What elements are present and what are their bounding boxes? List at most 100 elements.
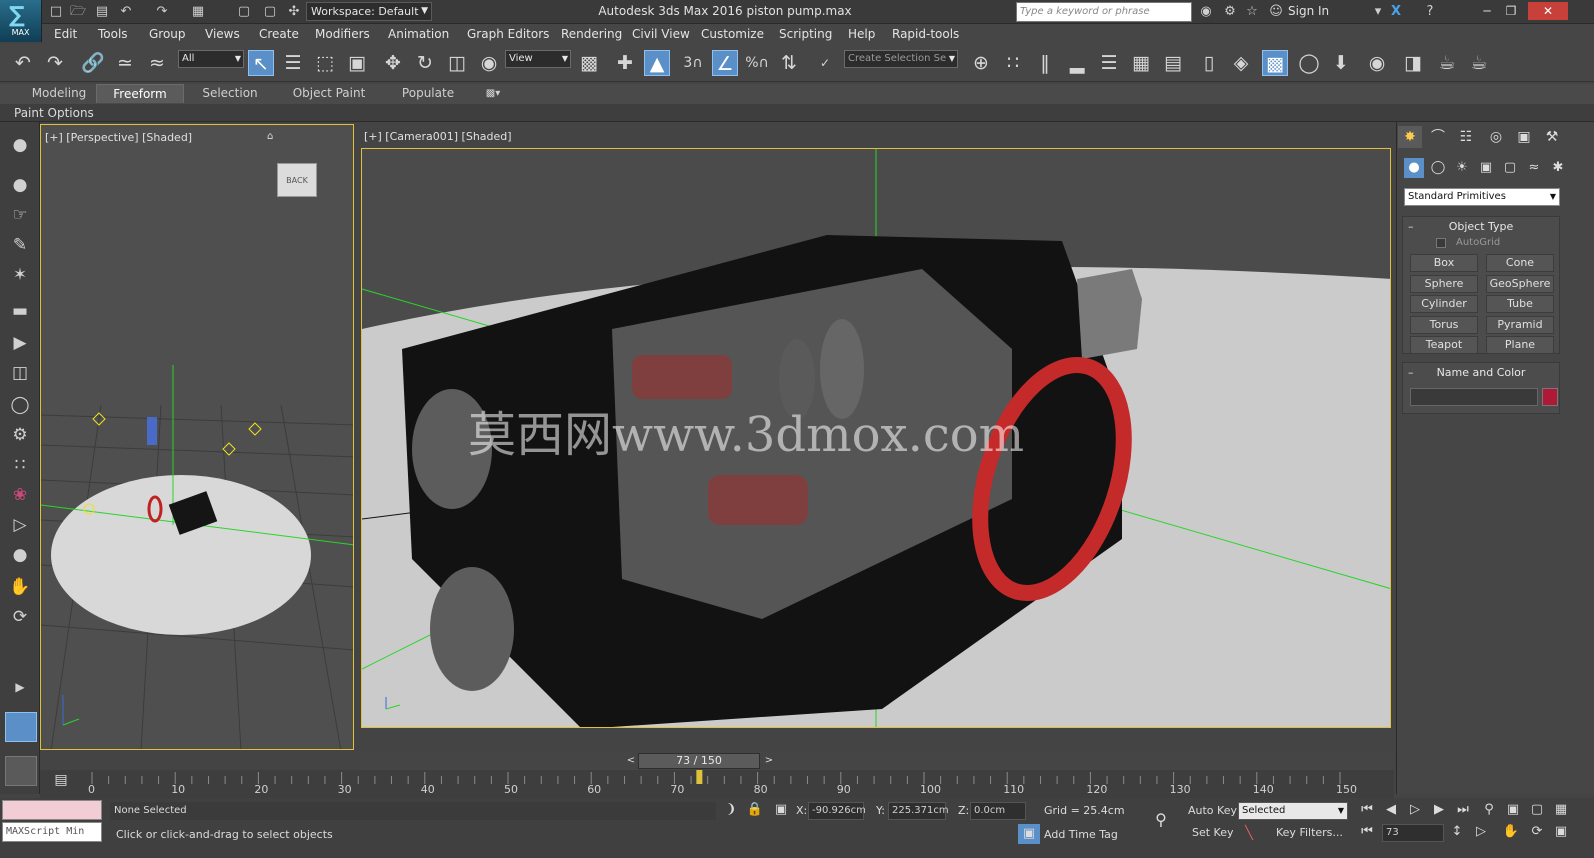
hierarchy-tool-icon[interactable]: ▶ [7,330,33,356]
space-warps-icon[interactable]: ≈ [1524,158,1544,178]
select-manipulate-icon[interactable]: ✚ [612,50,638,76]
tab-modeling[interactable]: Modeling [16,84,102,103]
motion-tool-icon[interactable]: ◫ [7,360,33,386]
schematic-view-icon[interactable]: ▯ [1196,50,1222,76]
ribbon-toggle-icon[interactable]: ▩▾ [478,84,508,103]
object-color-swatch[interactable] [1542,388,1558,406]
plane-button[interactable]: Plane [1486,336,1554,354]
next-frame-icon[interactable]: ▶ [1428,800,1450,820]
pivot-center-icon[interactable]: ▩ [576,50,602,76]
pan-view-icon[interactable]: ✋ [1500,822,1522,842]
new-file-icon[interactable]: □ [48,4,64,20]
array-icon[interactable]: ∷ [1000,50,1026,76]
home-icon[interactable]: ⌂ [267,131,279,143]
geosphere-button[interactable]: GeoSphere [1486,275,1554,293]
selection-filter-dropdown[interactable]: All ▼ [178,50,244,68]
lock-selection-icon[interactable]: 🔒 [744,800,766,820]
redo-icon[interactable]: ↷ [154,4,170,20]
go-to-start-icon[interactable]: ⏮ [1356,800,1378,820]
maxscript-listener-input[interactable] [2,800,102,820]
x-coord-input[interactable]: -90.926cm [808,802,866,820]
create-panel-tab[interactable]: ✸ [1398,126,1422,148]
percent-snap-icon[interactable]: %∩ [744,50,770,76]
teapot-button[interactable]: Teapot [1410,336,1478,354]
render-activeshade-icon[interactable]: ◨ [1400,50,1426,76]
auto-key-button[interactable]: Auto Key [1188,804,1237,817]
viewcube[interactable]: BACK [277,163,317,197]
save-file-icon[interactable]: ▤ [94,4,110,20]
modifier-stack-icon[interactable]: ▬ [7,298,33,324]
menu-modifiers[interactable]: Modifiers [315,27,370,41]
camera-viewport-label[interactable]: [+] [Camera001] [Shaded] [364,130,512,143]
cone-button[interactable]: Cone [1486,254,1554,272]
axis-tripod-icon[interactable]: ⟳ [7,604,33,630]
pyramid-button[interactable]: Pyramid [1486,316,1554,334]
display-panel-tab[interactable]: ▣ [1512,126,1536,148]
align-icon[interactable]: ▂ [1064,50,1090,76]
help-icon[interactable]: ? [1422,4,1438,20]
unlink-icon[interactable]: ≃ [112,50,138,76]
mirror-icon[interactable]: ⊕ [968,50,994,76]
placement-icon[interactable]: ◉ [476,50,502,76]
isolate-selection-icon[interactable]: ❩ [720,800,742,820]
geometry-icon[interactable]: ● [1404,158,1424,178]
bind-space-warp-icon[interactable]: ≈ [144,50,170,76]
orbit-icon[interactable]: ◯ [7,392,33,418]
tab-populate[interactable]: Populate [388,84,468,103]
perspective-viewport[interactable]: [+] [Perspective] [Shaded] BACK ⌂ [40,124,354,750]
angle-snap-icon[interactable]: ∠ [712,50,738,76]
material-editor-icon[interactable]: ◈ [1228,50,1254,76]
teapot-render-icon[interactable]: ☕ [1466,50,1492,76]
camera-viewport[interactable]: [+] [Camera001] [Shaded] 莫西网www.3dmox.co… [358,124,1394,752]
menu-create[interactable]: Create [259,27,299,41]
y-coord-input[interactable]: 225.371cm [888,802,949,820]
mini-curve-editor-icon[interactable]: ▤ [50,772,72,794]
set-key-button[interactable]: Set Key [1192,826,1234,839]
open-file-icon[interactable]: 🗁 [70,4,86,20]
render-setup-icon[interactable]: ▩ [1262,50,1288,76]
search-input[interactable]: Type a keyword or phrase [1016,2,1192,22]
play-icon[interactable]: ▷ [1404,800,1426,820]
zoom-icon[interactable]: ⚲ [1478,800,1500,820]
brush-icon[interactable]: ✎ [7,232,33,258]
sparkle-icon[interactable]: ✶ [7,262,33,288]
field-of-view-icon[interactable]: ▷ [1470,822,1492,842]
cylinder-button[interactable]: Cylinder [1410,295,1478,313]
sphere-icon[interactable]: ● [7,172,33,198]
motion-panel-tab[interactable]: ◎ [1484,126,1508,148]
circle-icon[interactable]: ● [7,542,33,568]
particle-icon[interactable]: ∷ [7,452,33,478]
track-bar[interactable] [40,770,1394,798]
key-mode-dropdown[interactable]: Selected ▼ [1238,802,1348,820]
redo-icon[interactable]: ↷ [42,50,68,76]
minimize-button[interactable]: ─ [1476,2,1498,20]
viewport-layout-single-icon[interactable] [5,756,37,786]
scale-icon[interactable]: ◫ [444,50,470,76]
object-type-title[interactable]: Object Type [1403,220,1559,233]
sphere-button[interactable]: Sphere [1410,275,1478,293]
exchange-apps-icon[interactable]: X [1388,4,1404,20]
sign-in-link[interactable]: Sign In [1288,4,1329,18]
menu-edit[interactable]: Edit [54,27,77,41]
box-button[interactable]: Box [1410,254,1478,272]
application-menu-button[interactable]: ∑ MAX [0,0,42,42]
menu-rendering[interactable]: Rendering [561,27,622,41]
pan-hand-icon[interactable]: ✋ [7,574,33,600]
add-time-tag-button[interactable]: Add Time Tag [1044,828,1118,841]
close-button[interactable]: ✕ [1528,2,1568,20]
viewport-layout-icon[interactable] [5,712,37,742]
expand-arrow-icon[interactable]: ▶ [7,674,33,700]
select-object-icon[interactable]: ↖ [248,50,274,76]
menu-animation[interactable]: Animation [388,27,449,41]
maxscript-mini-listener[interactable]: MAXScript Min [2,822,102,842]
time-tag-icon[interactable]: ▣ [1018,824,1040,844]
select-by-name-icon[interactable]: ☰ [280,50,306,76]
menu-graph-editors[interactable]: Graph Editors [467,27,549,41]
time-slider-prev[interactable]: < [624,753,638,769]
hold-icon[interactable]: ▢ [236,4,252,20]
previous-frame-icon[interactable]: ◀ [1380,800,1402,820]
lights-icon[interactable]: ☀ [1452,158,1472,178]
signin-chevron-icon[interactable]: ▾ [1370,4,1386,20]
curve-editor-icon[interactable]: ▤ [1160,50,1186,76]
workspace-dropdown[interactable]: Workspace: Default ▼ [306,2,432,21]
